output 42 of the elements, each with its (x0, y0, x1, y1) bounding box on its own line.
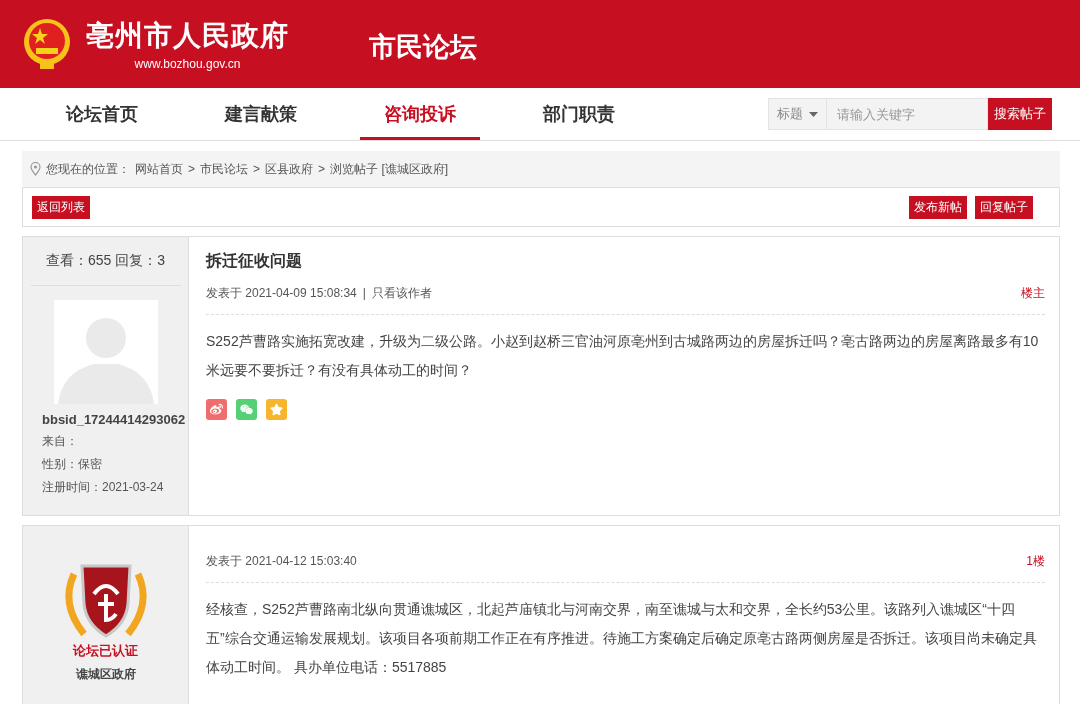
national-emblem-icon (22, 16, 72, 72)
breadcrumb-link[interactable]: 区县政府 (265, 160, 314, 178)
post-action-button[interactable]: 回复帖子 (975, 195, 1033, 219)
author-detail: 性别：保密 (42, 456, 103, 473)
nav-tab[interactable]: 咨询投诉 (360, 88, 480, 140)
floor-label: 1楼 (1026, 552, 1045, 570)
author-detail: 注册时间：2021-03-24 (42, 479, 165, 496)
search-field[interactable]: 请输入关键字 (827, 98, 988, 130)
site-title: 亳州市人民政府 (86, 19, 289, 53)
author-name[interactable]: 谯城区政府 (75, 666, 136, 683)
author-only-link[interactable]: 只看该作者 (371, 284, 432, 302)
back-to-list-button[interactable]: 返回列表 (32, 195, 90, 219)
star-favorite-icon[interactable] (266, 399, 287, 420)
breadcrumb-link[interactable]: 市民论坛 (200, 160, 248, 178)
post-body: S252芦曹路实施拓宽改建，升级为二级公路。小赵到赵桥三官油河原亳州到古城路两边的房屋拆迁吗？亳古路两边的房屋离路最多有10米远要不要拆迁？有没有具体动工的时间？ (206, 332, 1040, 380)
author-name[interactable]: bbsid_17244414293062 (42, 412, 188, 427)
thread-stats: 查看：655 回复：3 (45, 251, 165, 270)
wechat-share-icon[interactable] (236, 399, 257, 420)
thread-title: 拆迁征收问题 (206, 251, 303, 271)
nav-tab[interactable]: 论坛首页 (42, 88, 162, 140)
meta-divider: | (362, 286, 366, 300)
author-detail: 来自： (42, 433, 79, 450)
post-date: 发表于 2021-04-12 15:03:40 (206, 552, 357, 570)
search-button[interactable]: 搜索帖子 (988, 98, 1052, 130)
floor-label: 楼主 (1021, 284, 1045, 302)
breadcrumb-link[interactable]: 网站首页 (135, 160, 183, 178)
location-pin-icon (30, 162, 41, 176)
post-date: 发表于 2021-04-09 15:08:34 (206, 284, 357, 302)
nav-tab[interactable]: 部门职责 (519, 88, 639, 140)
breadcrumb-separator: > (253, 162, 261, 176)
breadcrumb-link[interactable]: 浏览帖子 [谯城区政府] (330, 160, 449, 178)
section-title: 市民论坛 (369, 31, 477, 64)
post-body: 经核查，S252芦曹路南北纵向贯通谯城区，北起芦庙镇北与河南交界，南至谯城与太和交界，全长约53公里。该路列入谯城区“十四五”综合交通运输发展规划。该项目各项前期工作正在有序推进。待施工方案确定后确定原亳古路两侧房屋是否拆迁。该项目尚未确定具体动工时间。 具办单位电话：5517885 (206, 600, 1038, 677)
site-url: www.bozhou.gov.cn (134, 57, 241, 71)
breadcrumb-separator: > (318, 162, 326, 176)
breadcrumb-separator: > (188, 162, 195, 176)
weibo-share-icon[interactable] (206, 399, 227, 420)
post-action-button[interactable]: 发布新帖 (909, 195, 967, 219)
nav-tab[interactable]: 建言献策 (201, 88, 321, 140)
verified-badge-label: 论坛已认证 (73, 642, 138, 660)
breadcrumb-label: 您现在的位置： (46, 160, 130, 178)
caret-icon (809, 111, 818, 117)
